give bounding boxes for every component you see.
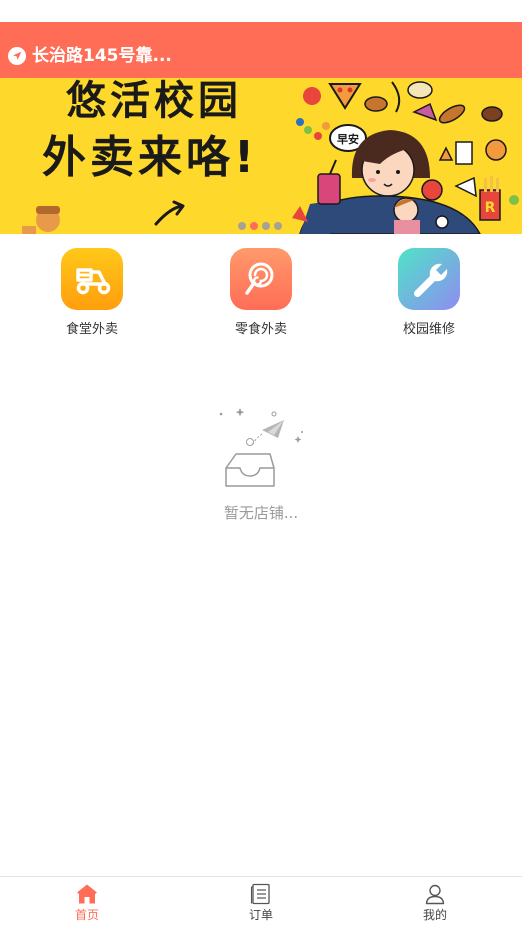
app-screen: 长治路145号靠... 早安 R 悠活校园 外卖来咯! 食堂外卖 零食外卖 校园… [0, 0, 522, 928]
category-row: 食堂外卖 零食外卖 校园维修 [0, 248, 522, 348]
category-canteen-delivery[interactable]: 食堂外卖 [42, 248, 142, 344]
banner-sign: 早安 [337, 132, 359, 146]
wrench-icon [398, 248, 460, 310]
tab-home[interactable]: 首页 [47, 877, 127, 928]
profile-icon [425, 884, 445, 905]
bottom-tab-bar: 首页 订单 我的 [0, 876, 522, 928]
orders-icon [250, 883, 270, 905]
category-label: 食堂外卖 [65, 322, 118, 337]
carousel-dot[interactable] [274, 222, 282, 230]
carousel-indicator [238, 222, 282, 230]
carousel-dot-active[interactable] [250, 222, 258, 230]
tab-label: 订单 [248, 908, 273, 922]
banner-title-line-1: 悠活校园 [66, 78, 242, 124]
scooter-icon [61, 248, 123, 310]
location-text[interactable]: 长治路145号靠... [32, 44, 172, 68]
tab-label: 首页 [74, 908, 99, 922]
tab-orders[interactable]: 订单 [221, 877, 301, 928]
carousel-dot[interactable] [262, 222, 270, 230]
svg-text:R: R [485, 200, 496, 216]
carousel-dot[interactable] [238, 222, 246, 230]
promo-banner[interactable]: 早安 R 悠活校园 外卖来咯! [0, 78, 522, 234]
lollipop-icon [230, 248, 292, 310]
category-campus-repair[interactable]: 校园维修 [379, 248, 479, 344]
category-label: 校园维修 [402, 322, 455, 337]
home-icon [77, 884, 97, 904]
tab-profile[interactable]: 我的 [395, 877, 475, 928]
category-snack-delivery[interactable]: 零食外卖 [211, 248, 311, 344]
banner-title-line-2: 外卖来咯! [42, 132, 259, 183]
category-label: 零食外卖 [234, 322, 287, 337]
status-bar [0, 0, 522, 22]
tab-label: 我的 [422, 908, 447, 922]
empty-state-text: 暂无店铺... [223, 504, 299, 522]
empty-box-icon [219, 408, 303, 487]
location-arrow-icon[interactable] [8, 47, 26, 65]
